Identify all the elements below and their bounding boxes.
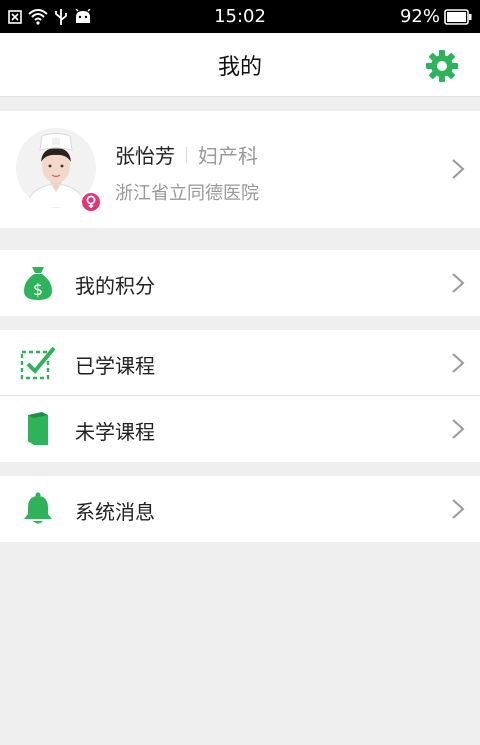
menu-item-unlearned-courses[interactable]: 未学课程: [0, 396, 480, 462]
chevron-right-icon: [450, 271, 466, 295]
chevron-right-icon: [450, 157, 466, 181]
wifi-icon: [28, 8, 48, 25]
menu-item-learned-courses[interactable]: 已学课程: [0, 330, 480, 396]
menu-item-label: 已学课程: [75, 354, 155, 378]
money-bag-icon: $: [20, 264, 56, 302]
notification-x-icon: [8, 9, 22, 24]
user-name: 张怡芳: [115, 144, 175, 168]
book-icon: [20, 410, 56, 448]
settings-button[interactable]: [424, 48, 460, 84]
gear-icon: [426, 50, 458, 82]
name-separator: [186, 146, 187, 163]
app-header: 我的: [0, 33, 480, 97]
battery-icon: [444, 8, 472, 25]
battery-percentage: 92%: [399, 6, 440, 27]
menu-item-label: 系统消息: [75, 500, 155, 524]
user-hospital: 浙江省立同德医院: [115, 183, 259, 204]
menu-item-label: 未学课程: [75, 420, 155, 444]
user-department: 妇产科: [198, 144, 258, 168]
chevron-right-icon: [450, 351, 466, 375]
page-title: 我的: [217, 54, 262, 80]
bell-icon: [20, 490, 56, 528]
clock: 15:02: [214, 6, 266, 27]
status-bar: 15:02 92%: [0, 0, 480, 33]
menu-item-system-messages[interactable]: 系统消息: [0, 476, 480, 542]
checkbox-icon: [20, 344, 56, 382]
female-icon: [80, 191, 102, 213]
menu-item-points[interactable]: $ 我的积分: [0, 250, 480, 316]
profile-card[interactable]: 张怡芳 妇产科 浙江省立同德医院: [0, 111, 480, 228]
menu-item-label: 我的积分: [75, 274, 155, 298]
usb-icon: [54, 8, 68, 26]
svg-text:$: $: [33, 280, 43, 299]
android-icon: [74, 8, 92, 25]
chevron-right-icon: [450, 497, 466, 521]
chevron-right-icon: [450, 417, 466, 441]
